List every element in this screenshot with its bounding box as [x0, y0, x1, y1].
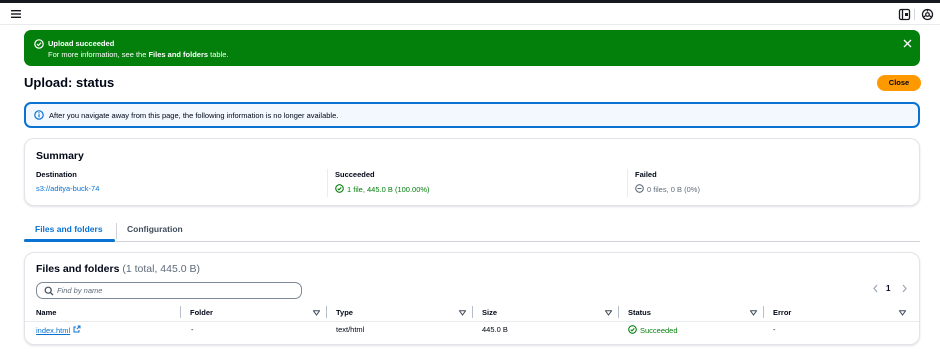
summary-divider	[627, 169, 628, 197]
failed-label: Failed	[635, 170, 657, 179]
table-row-size-cell: 445.0 B	[482, 325, 508, 334]
info-alert: After you navigate away from this page, …	[24, 102, 920, 128]
close-icon[interactable]	[902, 38, 913, 49]
success-check-icon	[628, 325, 637, 336]
column-header-status[interactable]: Status	[628, 308, 651, 317]
status-text: Succeeded	[640, 326, 678, 335]
next-page-icon[interactable]	[901, 284, 908, 295]
sort-caret-icon[interactable]	[312, 309, 321, 316]
column-header-type[interactable]: Type	[336, 308, 353, 317]
success-flashbar: Upload succeeded For more information, s…	[24, 30, 920, 66]
search-field[interactable]	[36, 282, 302, 299]
failed-value: 0 files, 0 B (0%)	[647, 185, 700, 194]
panel-icon[interactable]	[898, 8, 911, 21]
hamburger-menu-icon[interactable]	[10, 8, 22, 20]
external-link-icon[interactable]	[73, 325, 81, 335]
tab-files-and-folders[interactable]: Files and folders	[35, 224, 103, 234]
column-divider[interactable]	[472, 306, 473, 318]
destination-label: Destination	[36, 170, 77, 179]
page-number[interactable]: 1	[886, 284, 890, 293]
table-row-name-cell: index.html	[36, 325, 81, 335]
flash-message: For more information, see the Files and …	[48, 50, 229, 59]
info-icon	[34, 110, 44, 120]
info-text: After you navigate away from this page, …	[49, 111, 339, 120]
column-divider[interactable]	[763, 306, 764, 318]
files-and-folders-table: Files and folders (1 total, 445.0 B) 1 N…	[24, 252, 920, 345]
sort-caret-icon[interactable]	[458, 309, 467, 316]
table-row-status-cell: Succeeded	[628, 325, 678, 336]
failed-column: Failed 0 files, 0 B (0%)	[635, 170, 700, 195]
files-table-title: Files and folders (1 total, 445.0 B)	[36, 263, 200, 275]
summary-divider	[327, 169, 328, 197]
files-title-text: Files and folders	[36, 263, 120, 275]
table-row-type-cell: text/html	[336, 325, 365, 334]
destination-link[interactable]: s3://aditya-buck-74	[36, 184, 99, 193]
close-button[interactable]: Close	[877, 75, 921, 91]
column-divider[interactable]	[180, 306, 181, 318]
header-divider	[25, 321, 919, 322]
table-row-error-cell: -	[773, 325, 776, 334]
succeeded-label: Succeeded	[335, 170, 375, 179]
toolbar-divider	[914, 9, 915, 20]
check-circle-icon	[34, 39, 44, 49]
active-tab-indicator	[24, 239, 115, 242]
tab-divider	[116, 223, 117, 239]
tab-configuration[interactable]: Configuration	[127, 224, 183, 234]
column-header-size[interactable]: Size	[482, 308, 497, 317]
flash-message-bold: Files and folders	[148, 50, 209, 59]
column-header-name[interactable]: Name	[36, 308, 56, 317]
minus-circle-icon	[635, 184, 644, 195]
tab-list: Files and folders Configuration	[24, 220, 920, 242]
column-divider[interactable]	[326, 306, 327, 318]
files-count: (1 total, 445.0 B)	[122, 263, 200, 275]
top-navigation	[0, 3, 940, 25]
flash-message-suffix: table.	[208, 50, 229, 59]
flash-message-prefix: For more information, see the	[48, 50, 149, 59]
column-divider[interactable]	[618, 306, 619, 318]
table-row-folder-cell: -	[191, 325, 194, 334]
page-title: Upload: status	[24, 75, 115, 90]
succeeded-column: Succeeded 1 file, 445.0 B (100.00%)	[335, 170, 430, 195]
succeeded-value: 1 file, 445.0 B (100.00%)	[347, 185, 430, 194]
column-header-folder[interactable]: Folder	[190, 308, 213, 317]
search-input[interactable]	[57, 284, 297, 297]
success-check-icon	[335, 184, 344, 195]
sort-caret-icon[interactable]	[749, 309, 758, 316]
file-name-link[interactable]: index.html	[36, 326, 70, 335]
search-icon	[44, 286, 54, 296]
summary-title: Summary	[36, 150, 84, 162]
sort-caret-icon[interactable]	[898, 309, 907, 316]
flash-title: Upload succeeded	[48, 39, 115, 48]
summary-container: Summary Destination s3://aditya-buck-74 …	[24, 138, 920, 206]
sort-caret-icon[interactable]	[604, 309, 613, 316]
settings-icon[interactable]	[921, 8, 934, 21]
column-header-error[interactable]: Error	[773, 308, 791, 317]
prev-page-icon[interactable]	[872, 284, 879, 295]
destination-column: Destination s3://aditya-buck-74	[36, 170, 99, 193]
